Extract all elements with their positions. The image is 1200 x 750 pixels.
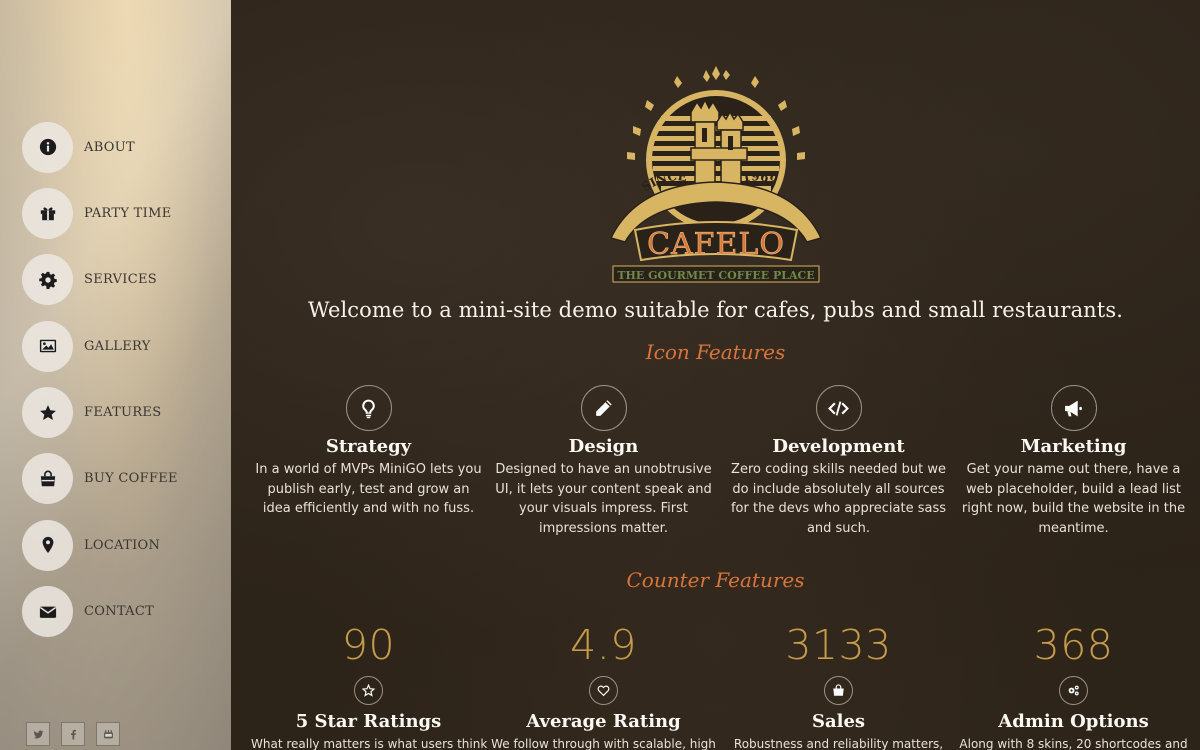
cafelo-logo: SINCE 1969 CAFELO THE GOURMET COFFEE PLA…	[609, 66, 823, 283]
nav-label-buy-coffee[interactable]: BUY COFFEE	[84, 471, 178, 486]
star-icon	[39, 404, 56, 420]
counter-icon-circle	[824, 676, 853, 705]
pencil-icon	[596, 399, 612, 416]
counter-features-heading: Counter Features	[626, 568, 805, 592]
counter-title: Admin Options	[998, 711, 1149, 732]
counter-star-ratings: 90 5 Star Ratings What really matters is…	[251, 620, 488, 750]
counter-icon-circle	[1059, 676, 1088, 705]
nav-item-buy-coffee[interactable]: BUY COFFEE	[22, 453, 178, 505]
feature-title: Marketing	[1020, 436, 1127, 457]
counter-icon-circle	[354, 676, 383, 705]
counter-title: Average Rating	[526, 711, 681, 732]
counter-sales: 3133 Sales Robustness and reliability ma…	[721, 620, 956, 750]
facebook-button[interactable]	[61, 722, 85, 746]
counter-text: Robustness and reliability matters,	[733, 737, 944, 750]
counter-admin-options: 368 Admin Options Along with 8 skins, 20…	[956, 620, 1191, 750]
sidebar: ABOUT PARTY TIME SERVICES GALLERY FEATUR…	[0, 0, 231, 750]
feature-text: Zero coding skills needed but we do incl…	[730, 462, 947, 536]
counter-value: 90	[341, 621, 396, 669]
counter-title: 5 Star Ratings	[295, 711, 442, 732]
feature-strategy: Strategy In a world of MVPs MiniGO lets …	[251, 385, 486, 538]
map-pin-icon	[42, 537, 53, 554]
counter-value: 3133	[785, 621, 892, 669]
megaphone-icon	[1065, 400, 1082, 416]
logo-tagline-text: THE GOURMET COFFEE PLACE	[617, 269, 814, 282]
nav-circle[interactable]	[22, 320, 73, 372]
info-icon	[39, 138, 56, 156]
twitter-icon	[33, 730, 43, 738]
feature-text: Designed to have an unobtrusive UI, it l…	[495, 462, 712, 536]
star-outline-icon	[362, 684, 375, 697]
code-icon	[828, 400, 849, 416]
nav-item-contact[interactable]: CONTACT	[22, 586, 178, 638]
feature-icon-circle	[345, 385, 392, 431]
nav-item-about[interactable]: ABOUT	[22, 121, 178, 173]
nav-circle[interactable]	[22, 387, 73, 439]
nav-item-features[interactable]: FEATURES	[22, 387, 178, 439]
image-icon	[39, 339, 56, 353]
feature-icon-circle	[815, 385, 862, 431]
nav-item-party-time[interactable]: PARTY TIME	[22, 187, 178, 239]
gears-icon	[1068, 685, 1079, 696]
icon-features-heading: Icon Features	[645, 340, 786, 364]
feature-text: In a world of MVPs MiniGO lets you publi…	[255, 462, 482, 516]
nav-label-features[interactable]: FEATURES	[84, 405, 161, 420]
counter-icon-circle	[589, 676, 618, 705]
twitter-button[interactable]	[26, 722, 50, 746]
shopping-bag-icon	[833, 684, 844, 696]
sidebar-nav: ABOUT PARTY TIME SERVICES GALLERY FEATUR…	[22, 121, 178, 652]
icon-features: Strategy In a world of MVPs MiniGO lets …	[251, 385, 1191, 538]
counter-average-rating: 4.9 Average Rating We follow through wit…	[486, 620, 721, 750]
nav-circle[interactable]	[22, 586, 73, 638]
nav-item-services[interactable]: SERVICES	[22, 254, 178, 306]
feature-icon-circle	[1050, 385, 1097, 431]
feature-text: Get your name out there, have a web plac…	[961, 462, 1186, 536]
counter-value: 368	[1033, 621, 1114, 669]
nav-label-location[interactable]: LOCATION	[84, 538, 160, 553]
counter-title: Sales	[811, 711, 866, 732]
lightbulb-icon	[362, 399, 375, 418]
counter-features: 90 5 Star Ratings What really matters is…	[251, 620, 1191, 750]
nav-circle[interactable]	[22, 121, 73, 173]
facebook-icon	[70, 729, 76, 739]
feature-design: Design Designed to have an unobtrusive U…	[486, 385, 721, 538]
nav-item-location[interactable]: LOCATION	[22, 519, 178, 571]
nav-circle[interactable]	[22, 453, 73, 505]
gear-icon	[38, 271, 57, 289]
counter-text: What really matters is what users think	[251, 737, 488, 750]
nav-label-services[interactable]: SERVICES	[84, 272, 157, 287]
feature-development: Development Zero coding skills needed bu…	[721, 385, 956, 538]
logo-name-text: CAFELO	[647, 227, 785, 262]
nav-label-gallery[interactable]: GALLERY	[84, 339, 151, 354]
feature-marketing: Marketing Get your name out there, have …	[956, 385, 1191, 538]
nav-label-about[interactable]: ABOUT	[84, 140, 135, 155]
shopping-bag-icon	[40, 470, 55, 487]
youtube-button[interactable]	[96, 722, 120, 746]
feature-icon-circle	[580, 385, 627, 431]
youtube-icon	[103, 729, 113, 738]
main-content: SINCE 1969 CAFELO THE GOURMET COFFEE PLA…	[231, 0, 1200, 750]
nav-circle[interactable]	[22, 519, 73, 571]
nav-circle[interactable]	[22, 254, 73, 306]
envelope-icon	[39, 606, 56, 618]
social-links	[26, 722, 131, 746]
page: ABOUT PARTY TIME SERVICES GALLERY FEATUR…	[0, 0, 1200, 750]
gift-icon	[40, 207, 55, 221]
welcome-heading: Welcome to a mini-site demo suitable for…	[307, 298, 1123, 322]
feature-title: Design	[568, 436, 639, 457]
nav-label-party-time[interactable]: PARTY TIME	[84, 206, 172, 221]
feature-title: Strategy	[325, 436, 412, 457]
nav-label-contact[interactable]: CONTACT	[84, 604, 154, 619]
heart-icon	[597, 685, 610, 697]
counter-value: 4.9	[570, 621, 637, 669]
nav-circle[interactable]	[22, 187, 73, 239]
feature-title: Development	[772, 436, 905, 457]
counter-text: We follow through with scalable, high	[491, 737, 716, 750]
counter-text: Along with 8 skins, 20 shortcodes and	[959, 737, 1188, 750]
nav-item-gallery[interactable]: GALLERY	[22, 320, 178, 372]
